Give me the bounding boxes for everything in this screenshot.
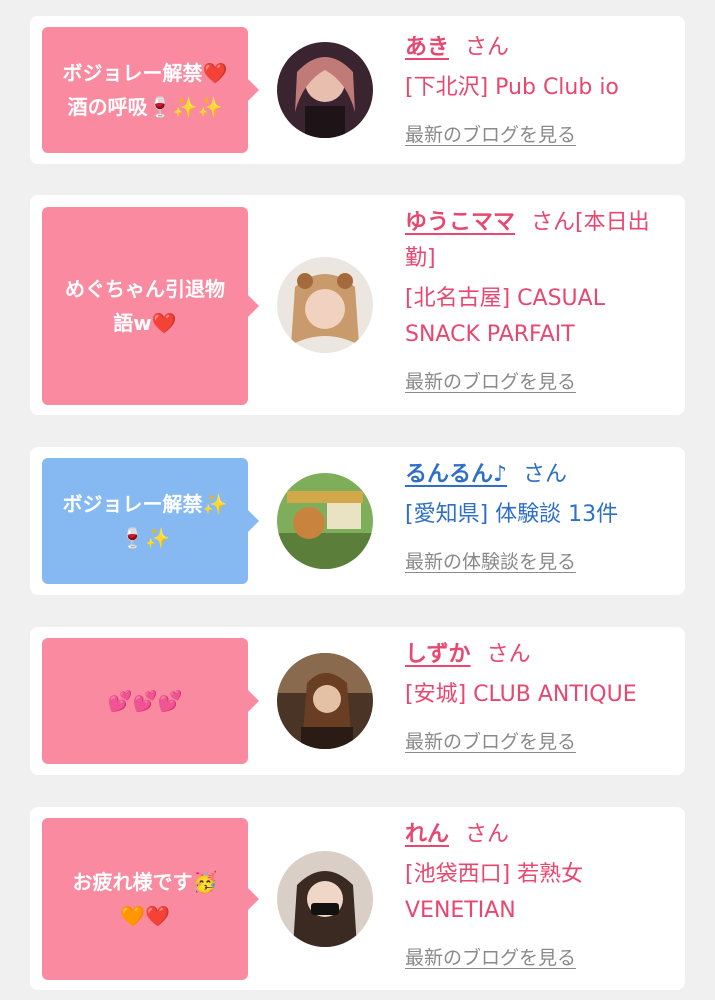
message-text: お疲れ様です🥳 🧡❤️: [72, 870, 218, 928]
message-bubble: めぐちゃん引退物 語w❤️: [42, 207, 259, 405]
message-bubble: 💕💕💕: [42, 638, 259, 764]
message-text: めぐちゃん引退物 語w❤️: [65, 277, 225, 335]
message-text: ボジョレー解禁❤️ 酒の呼吸🍷✨✨: [62, 61, 228, 119]
list-item[interactable]: めぐちゃん引退物 語w❤️ ゆうこママ さん[本日出勤] [北名古屋] CASUA…: [30, 195, 685, 415]
latest-blog-link[interactable]: 最新のブログを見る: [405, 943, 576, 970]
user-name-link[interactable]: あき: [405, 35, 449, 60]
honorific: さん: [465, 35, 510, 60]
message-bubble: ボジョレー解禁❤️ 酒の呼吸🍷✨✨: [42, 27, 259, 153]
latest-blog-link[interactable]: 最新のブログを見る: [405, 367, 576, 394]
list-item[interactable]: ボジョレー解禁✨ 🍷✨ るんるん♪ さん [愛知県] 体験談 13件 最新の体験談…: [30, 447, 685, 595]
shop-label: [下北沢] Pub Club io: [405, 75, 619, 100]
honorific: さん: [523, 462, 568, 487]
message-text: ボジョレー解禁✨ 🍷✨: [62, 492, 228, 550]
card-info: れん さん [池袋西口] 若熟女 VENETIAN 最新のブログを見る: [405, 817, 675, 970]
avatar[interactable]: [277, 42, 373, 138]
user-name-link[interactable]: れん: [405, 822, 449, 847]
name-line: しずか さん: [405, 637, 675, 673]
user-name-link[interactable]: しずか: [405, 642, 471, 667]
honorific: さん: [465, 822, 510, 847]
shop-label: [安城] CLUB ANTIQUE: [405, 682, 637, 707]
latest-blog-link[interactable]: 最新のブログを見る: [405, 120, 576, 147]
blog-feed: ボジョレー解禁❤️ 酒の呼吸🍷✨✨ あき さん [下北沢] Pub Club io…: [0, 0, 715, 1000]
name-line: れん さん: [405, 817, 675, 853]
name-line: ゆうこママ さん[本日出勤]: [405, 205, 675, 277]
user-name-link[interactable]: ゆうこママ: [405, 210, 515, 235]
shop-label: [池袋西口] 若熟女 VENETIAN: [405, 862, 584, 923]
card-info: しずか さん [安城] CLUB ANTIQUE 最新のブログを見る: [405, 637, 675, 754]
message-bubble: お疲れ様です🥳 🧡❤️: [42, 818, 259, 980]
avatar[interactable]: [277, 851, 373, 947]
list-item[interactable]: ボジョレー解禁❤️ 酒の呼吸🍷✨✨ あき さん [下北沢] Pub Club io…: [30, 16, 685, 164]
card-info: るんるん♪ さん [愛知県] 体験談 13件 最新の体験談を見る: [405, 457, 675, 574]
message-bubble: ボジョレー解禁✨ 🍷✨: [42, 458, 259, 584]
avatar[interactable]: [277, 257, 373, 353]
list-item[interactable]: お疲れ様です🥳 🧡❤️ れん さん [池袋西口] 若熟女 VENETIAN 最新の…: [30, 807, 685, 990]
list-item[interactable]: 💕💕💕 しずか さん [安城] CLUB ANTIQUE 最新のブログを見る: [30, 627, 685, 775]
user-name-link[interactable]: るんるん♪: [405, 462, 507, 487]
latest-blog-link[interactable]: 最新のブログを見る: [405, 727, 576, 754]
shop-label: [愛知県] 体験談 13件: [405, 502, 619, 527]
message-text: 💕💕💕: [107, 689, 183, 713]
avatar[interactable]: [277, 473, 373, 569]
card-info: あき さん [下北沢] Pub Club io 最新のブログを見る: [405, 30, 675, 147]
honorific: さん: [486, 642, 531, 667]
latest-review-link[interactable]: 最新の体験談を見る: [405, 547, 576, 574]
avatar[interactable]: [277, 653, 373, 749]
shop-label: [北名古屋] CASUAL SNACK PARFAIT: [405, 286, 605, 347]
card-info: ゆうこママ さん[本日出勤] [北名古屋] CASUAL SNACK PARFAI…: [405, 205, 675, 394]
name-line: あき さん: [405, 30, 675, 66]
name-line: るんるん♪ さん: [405, 457, 675, 493]
